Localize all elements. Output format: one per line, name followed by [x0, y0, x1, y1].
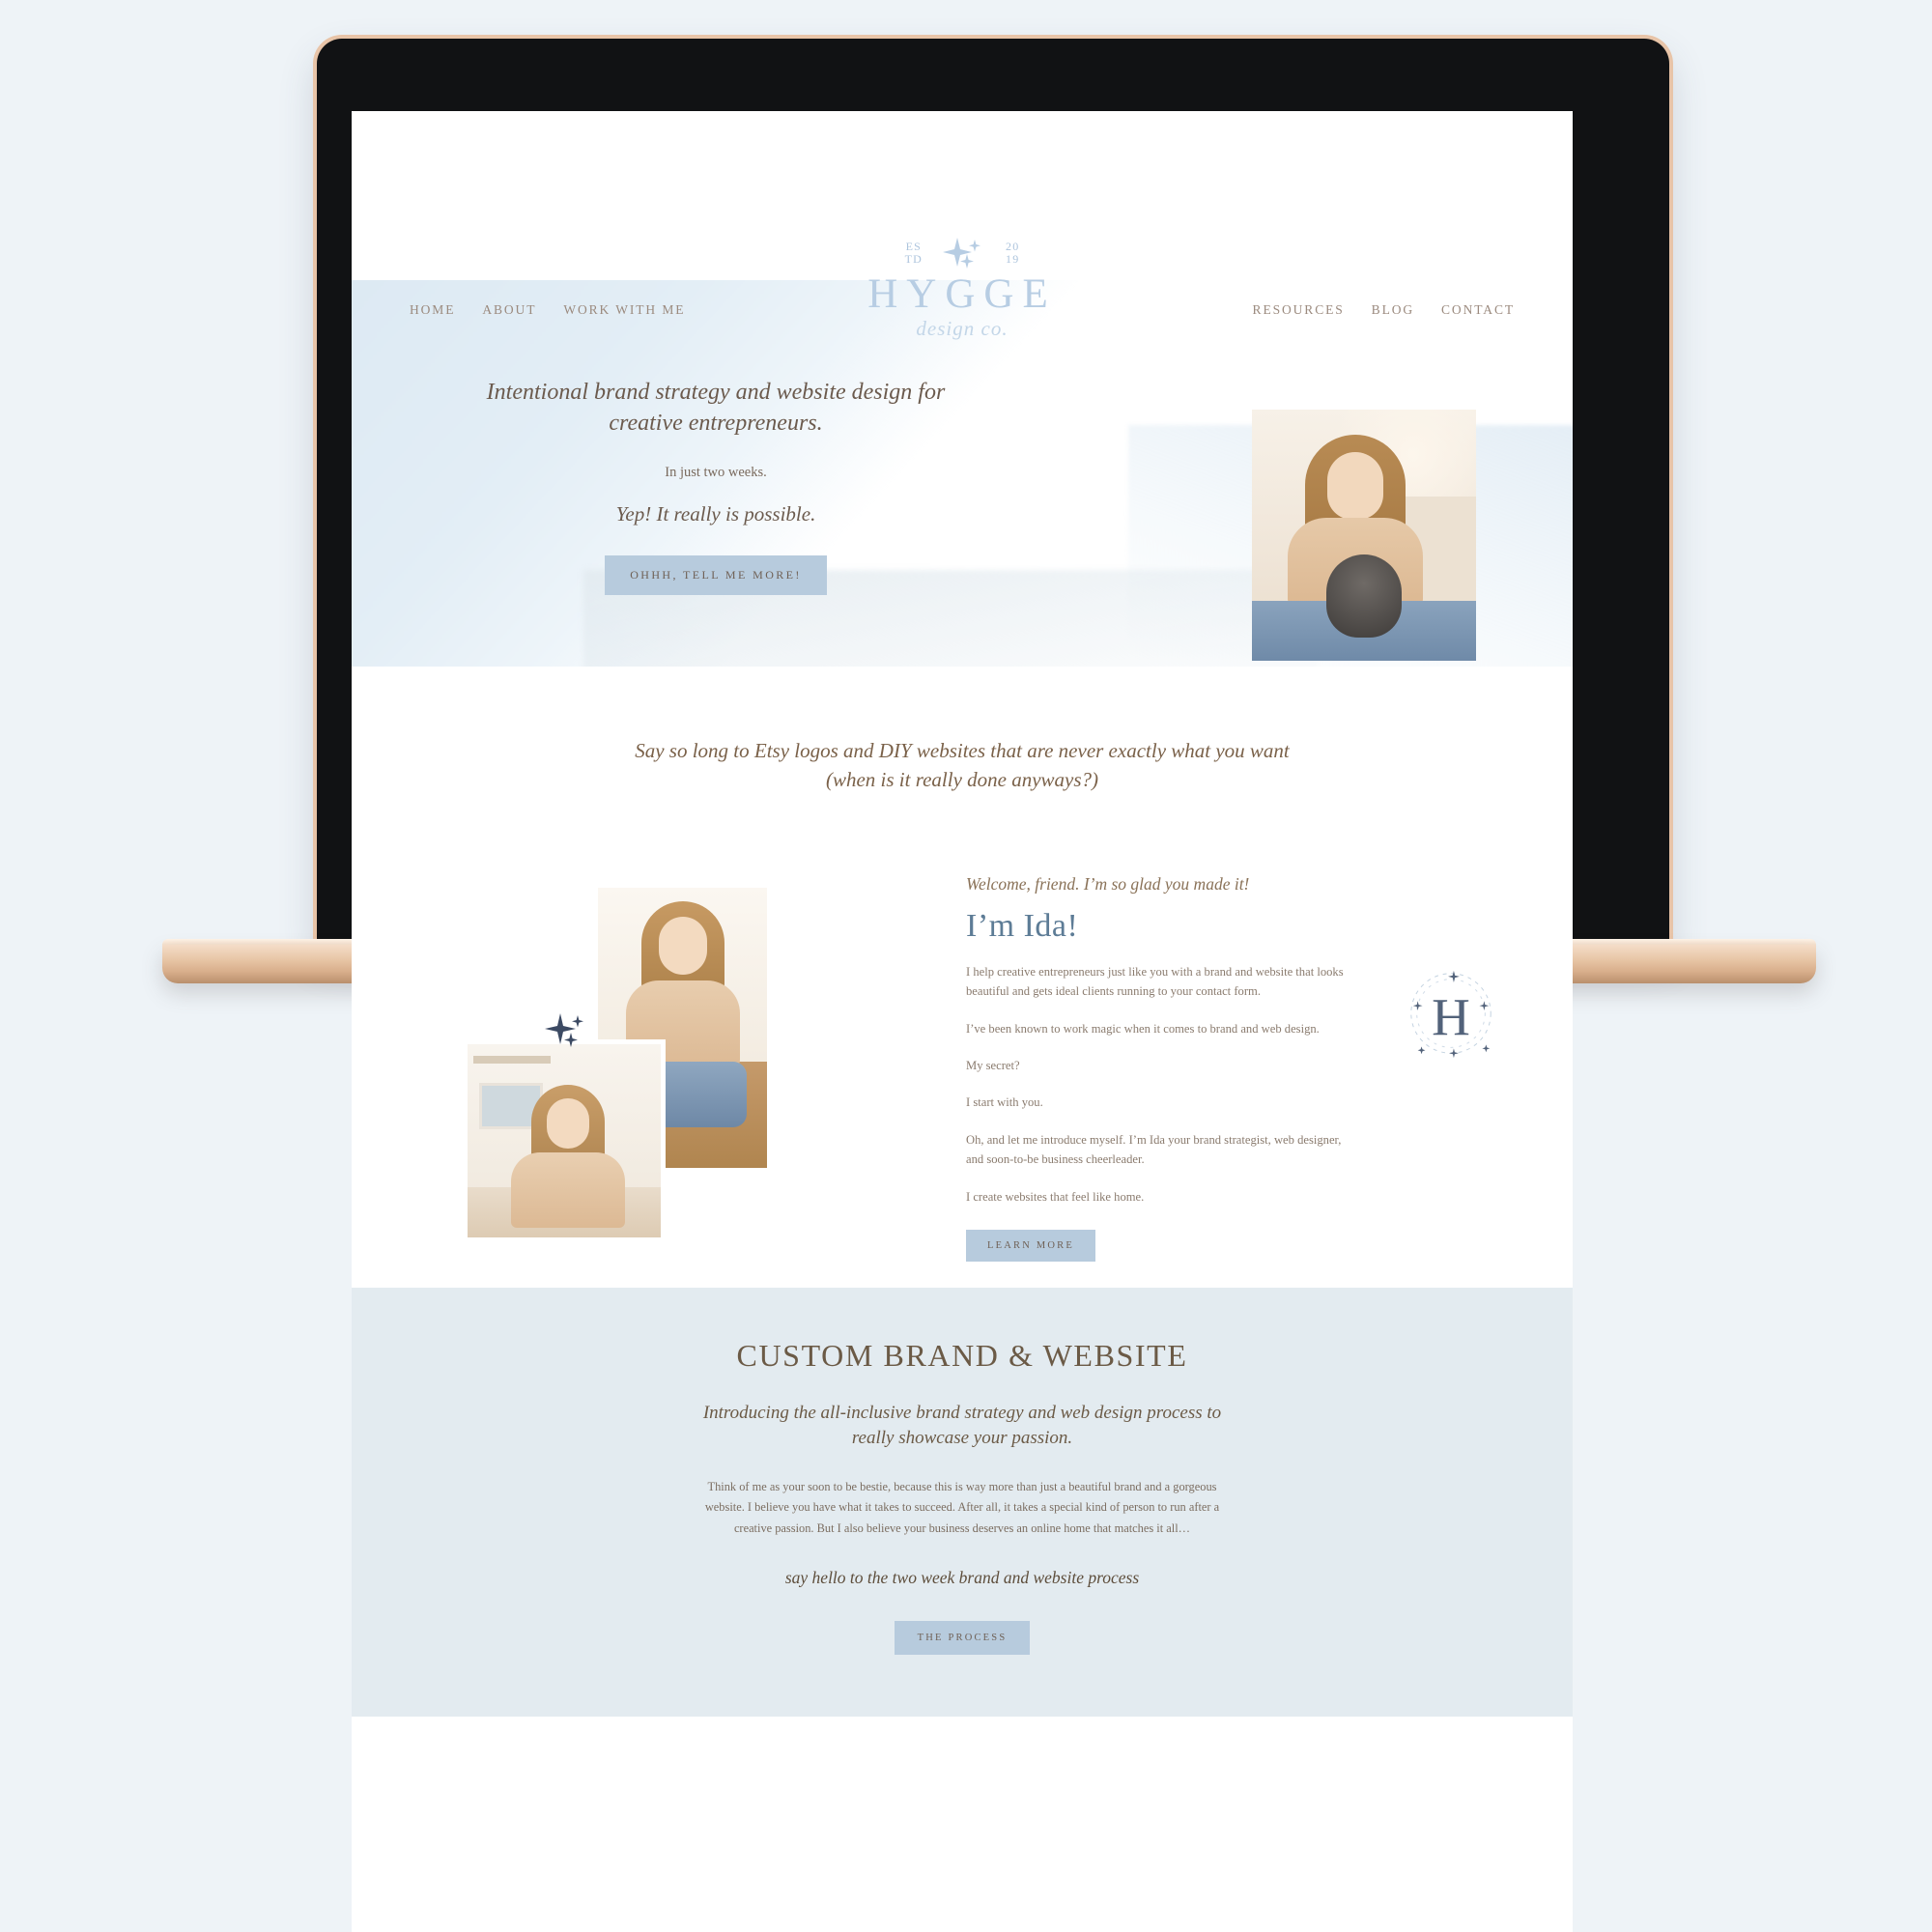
nav-item-contact[interactable]: CONTACT: [1441, 302, 1515, 318]
website-page: HOME ABOUT WORK WITH ME RESOURCES BLOG C…: [352, 111, 1573, 1932]
hero-emphasis-line: Yep! It really is possible.: [615, 501, 816, 526]
about-desk-image: [468, 1043, 661, 1237]
about-paragraph-2: I’ve been known to work magic when it co…: [966, 1021, 1320, 1036]
brand-section-heading: CUSTOM BRAND & WEBSITE: [736, 1337, 1188, 1373]
site-logo[interactable]: ES TD 20 19 HYGGE design co.: [803, 235, 1122, 341]
about-paragraph-5: Oh, and let me introduce myself. I’m Ida…: [966, 1132, 1342, 1167]
sparkle-icon: [943, 238, 980, 269]
about-kicker: Welcome, friend. I’m so glad you made it…: [966, 873, 1250, 894]
hero-headline: Intentional brand strategy and website d…: [486, 380, 946, 437]
hero-copy: Intentional brand strategy and website d…: [460, 377, 972, 595]
logo-script-tagline: design co.: [916, 317, 1009, 340]
page-footer-whitespace: [352, 1717, 1573, 1833]
logo-wordmark: HYGGE: [867, 271, 1057, 317]
nav-item-resources[interactable]: RESOURCES: [1253, 302, 1345, 318]
nav-item-blog[interactable]: BLOG: [1372, 302, 1414, 318]
tagline-text: Say so long to Etsy logos and DIY websit…: [635, 739, 1290, 792]
brand-section-hello-line: say hello to the two week brand and webs…: [784, 1568, 1140, 1588]
nav-item-home[interactable]: HOME: [410, 302, 455, 318]
logo-top-row: ES TD 20 19: [803, 235, 1122, 271]
sparkle-accent-icon: [545, 1012, 583, 1047]
monogram-badge-icon: H: [1410, 970, 1492, 1059]
primary-nav-right: RESOURCES BLOG CONTACT: [1253, 302, 1515, 318]
custom-brand-website-section: CUSTOM BRAND & WEBSITE Introducing the a…: [352, 1287, 1573, 1718]
logo-year-text: 20 19: [1006, 240, 1020, 266]
about-copy: Welcome, friend. I’m so glad you made it…: [966, 874, 1356, 1262]
logo-established-text: ES TD: [904, 240, 923, 266]
monogram-letter: H: [1432, 988, 1470, 1047]
brand-section-body: Think of me as your soon to be bestie, b…: [704, 1480, 1220, 1535]
about-paragraph-3: My secret?: [966, 1059, 1020, 1073]
brand-section-subheading: Introducing the all-inclusive brand stra…: [702, 1402, 1222, 1449]
screenshot-stage: HOME ABOUT WORK WITH ME RESOURCES BLOG C…: [0, 0, 1932, 1932]
about-paragraph-6: I create websites that feel like home.: [966, 1189, 1145, 1204]
hero-subline: In just two weeks.: [665, 464, 767, 480]
nav-item-about[interactable]: ABOUT: [482, 302, 536, 318]
about-paragraph-1: I help creative entrepreneurs just like …: [966, 964, 1344, 999]
tagline-section: Say so long to Etsy logos and DIY websit…: [352, 667, 1573, 834]
brand-section-cta-button[interactable]: THE PROCESS: [894, 1621, 1031, 1656]
hero-cta-button[interactable]: OHHH, TELL ME MORE!: [605, 554, 827, 595]
about-heading: I’m Ida!: [966, 907, 1079, 944]
hero-portrait-image: [1252, 410, 1476, 661]
about-paragraph-4: I start with you.: [966, 1095, 1043, 1110]
about-section: Welcome, friend. I’m so glad you made it…: [352, 833, 1573, 1288]
primary-nav-left: HOME ABOUT WORK WITH ME: [410, 302, 685, 318]
nav-item-work-with-me[interactable]: WORK WITH ME: [563, 302, 685, 318]
about-cta-button[interactable]: LEARN MORE: [966, 1230, 1095, 1262]
